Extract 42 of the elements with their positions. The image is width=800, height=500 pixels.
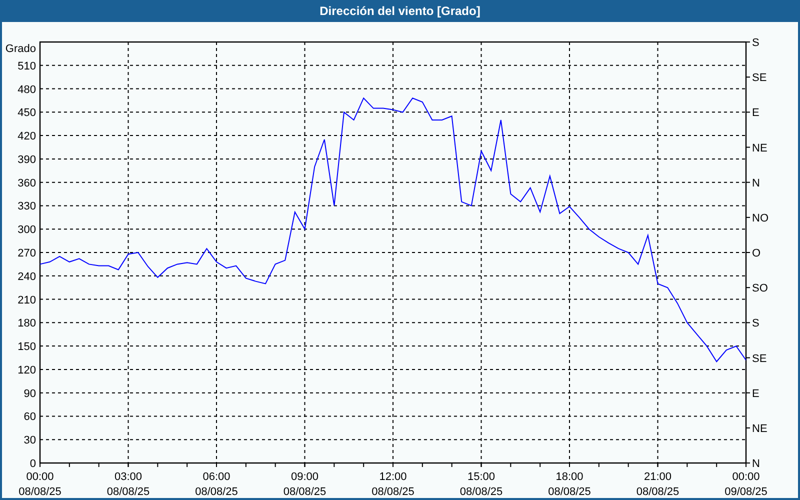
axis-label: 270 xyxy=(18,248,36,260)
axis-label: N xyxy=(752,458,760,470)
axis-label: O xyxy=(752,248,761,260)
axis-label: S xyxy=(752,37,760,49)
axis-label: SE xyxy=(752,352,767,365)
axis-label: 150 xyxy=(18,341,36,354)
axis-label: NO xyxy=(752,212,768,224)
axis-label: SO xyxy=(752,282,768,295)
axis-label: NE xyxy=(752,142,768,154)
axis-title: Grado xyxy=(5,43,36,55)
axis-label: 330 xyxy=(18,200,36,213)
axis-label: 390 xyxy=(18,154,36,166)
axis-label: 18:00 08/08/25 xyxy=(548,471,591,498)
axis-label: 180 xyxy=(18,318,36,330)
axis-label: 00:00 09/08/25 xyxy=(724,471,768,498)
axis-label: NE xyxy=(752,422,768,435)
axis-label: 30 xyxy=(24,434,36,447)
axis-label: 15:00 08/08/25 xyxy=(460,471,503,498)
axis-label: 03:00 08/08/25 xyxy=(106,471,150,498)
window-title: Dirección del viento [Grado] xyxy=(0,0,800,22)
axis-label: SE xyxy=(752,72,767,84)
axis-label: 21:00 08/08/25 xyxy=(636,471,680,498)
axis-label: 360 xyxy=(18,177,36,190)
axis-label: 480 xyxy=(18,84,36,96)
axis-label: 60 xyxy=(24,411,36,424)
axis-label: 510 xyxy=(18,60,36,72)
axis-label: 450 xyxy=(18,107,36,120)
axis-label: 00:00 08/08/25 xyxy=(18,471,62,498)
axis-label: 06:00 08/08/25 xyxy=(195,471,238,498)
axis-label: 240 xyxy=(18,270,36,283)
axis-label: 12:00 08/08/25 xyxy=(372,471,414,498)
axis-label: 120 xyxy=(18,364,36,376)
axis-label: 210 xyxy=(18,294,36,306)
axis-label: N xyxy=(752,177,760,190)
axis-label: E xyxy=(752,388,760,400)
axis-label: 300 xyxy=(18,224,36,236)
axis-label: 90 xyxy=(24,388,36,400)
axis-label: 420 xyxy=(18,130,36,143)
axis-label: E xyxy=(752,107,760,120)
axis-label: 0 xyxy=(30,458,36,470)
axis-label: S xyxy=(752,318,760,330)
axis-label: 09:00 08/08/25 xyxy=(283,471,326,498)
